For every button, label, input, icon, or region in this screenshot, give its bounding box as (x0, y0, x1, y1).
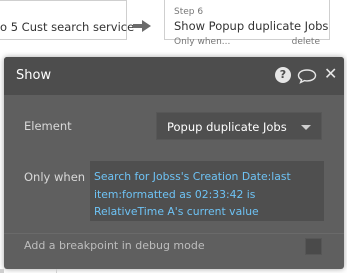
canvas-edge (0, 269, 4, 273)
element-dropdown[interactable]: Popup duplicate Jobs (156, 112, 322, 140)
workflow-step-card-previous[interactable]: o 5 Cust search service (0, 0, 134, 40)
condition-expression-field[interactable]: Search for Jobss's Creation Date:last it… (90, 161, 324, 221)
step-condition-summary: Only when... (174, 37, 231, 47)
delete-step-link[interactable]: delete (292, 37, 320, 47)
comment-icon[interactable] (297, 68, 317, 88)
help-icon[interactable]: ? (275, 67, 291, 83)
breakpoint-checkbox[interactable] (305, 238, 322, 255)
step-number: Step 6 (174, 7, 204, 17)
step-title: Show Popup duplicate Jobs (174, 19, 329, 33)
element-label: Element (24, 119, 72, 133)
workflow-editor: o 5 Cust search service Step 6 Show Popu… (0, 0, 347, 273)
panel-header: Show ? ✕ (4, 57, 344, 95)
chevron-down-icon (301, 125, 311, 130)
breakpoint-label: Add a breakpoint in debug mode (24, 239, 205, 252)
arrow-right-icon (142, 20, 151, 32)
action-properties-panel: Show ? ✕ Element Popup duplicate Jobs On… (4, 57, 344, 269)
canvas-connector (56, 269, 57, 273)
workflow-step-card-current[interactable]: Step 6 Show Popup duplicate Jobs Only wh… (164, 0, 330, 47)
step-title: o 5 Cust search service (0, 20, 135, 34)
element-dropdown-value: Popup duplicate Jobs (167, 120, 287, 134)
only-when-label: Only when (24, 170, 86, 184)
close-icon[interactable]: ✕ (324, 66, 337, 82)
condition-expression-text: Search for Jobss's Creation Date:last it… (94, 170, 291, 218)
divider (4, 233, 344, 234)
panel-title: Show (16, 68, 52, 83)
